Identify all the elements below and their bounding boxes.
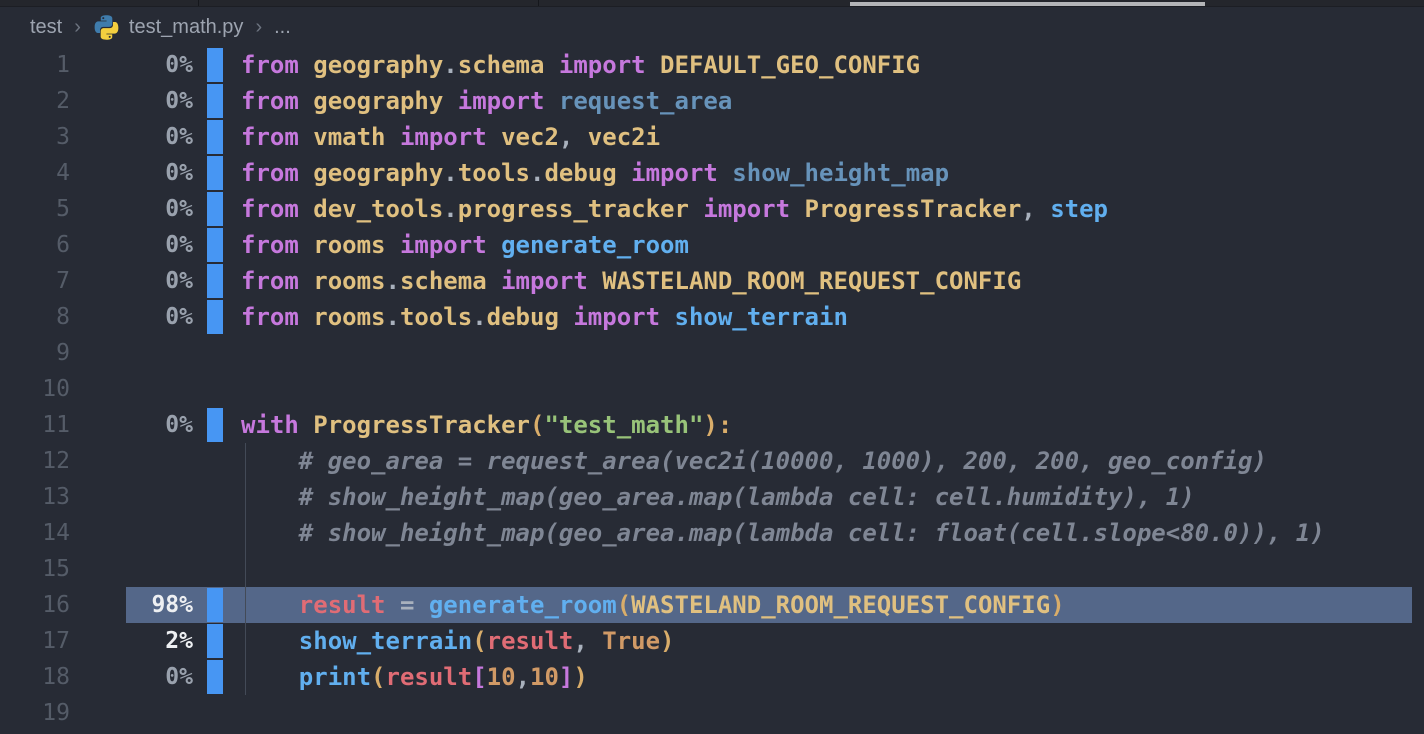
coverage-block-indicator bbox=[207, 192, 223, 226]
breadcrumb-file-label: test_math.py bbox=[129, 16, 244, 39]
line-number[interactable]: 19 bbox=[0, 700, 70, 726]
code-text: # geo_area = request_area(vec2i(10000, 1… bbox=[241, 447, 1267, 475]
profile-percent-badge: 0% bbox=[70, 196, 193, 222]
tab-separator bbox=[538, 0, 539, 6]
code-line[interactable]: 13 # show_height_map(geo_area.map(lambda… bbox=[0, 479, 1424, 515]
line-number[interactable]: 6 bbox=[0, 232, 70, 258]
code-line[interactable]: 10 bbox=[0, 371, 1424, 407]
coverage-block-indicator bbox=[207, 84, 223, 118]
code-line[interactable]: 60% from rooms import generate_room bbox=[0, 227, 1424, 263]
tab-separator bbox=[198, 0, 199, 6]
line-number[interactable]: 2 bbox=[0, 88, 70, 114]
code-text: result = generate_room(WASTELAND_ROOM_RE… bbox=[241, 591, 1065, 619]
line-number[interactable]: 14 bbox=[0, 520, 70, 546]
profile-percent-badge: 0% bbox=[70, 160, 193, 186]
code-text: show_terrain(result, True) bbox=[241, 627, 675, 655]
code-text: from rooms.schema import WASTELAND_ROOM_… bbox=[241, 267, 1021, 295]
profile-percent-badge: 0% bbox=[70, 664, 193, 690]
coverage-block-indicator bbox=[207, 660, 223, 694]
coverage-block-indicator bbox=[207, 120, 223, 154]
profile-percent-badge: 98% bbox=[70, 592, 193, 618]
code-line[interactable]: 1698% result = generate_room(WASTELAND_R… bbox=[0, 587, 1424, 623]
line-number[interactable]: 12 bbox=[0, 448, 70, 474]
code-text: from geography import request_area bbox=[241, 87, 732, 115]
line-number[interactable]: 16 bbox=[0, 592, 70, 618]
line-number[interactable]: 3 bbox=[0, 124, 70, 150]
code-line[interactable]: 110% with ProgressTracker("test_math"): bbox=[0, 407, 1424, 443]
coverage-block-empty bbox=[207, 552, 223, 586]
line-number[interactable]: 1 bbox=[0, 52, 70, 78]
coverage-block-empty bbox=[207, 336, 223, 370]
code-text: from rooms.tools.debug import show_terra… bbox=[241, 303, 848, 331]
code-line[interactable]: 172% show_terrain(result, True) bbox=[0, 623, 1424, 659]
coverage-block-indicator bbox=[207, 156, 223, 190]
coverage-block-indicator bbox=[207, 624, 223, 658]
code-text: # show_height_map(geo_area.map(lambda ce… bbox=[241, 483, 1195, 511]
profile-percent-badge: 0% bbox=[70, 232, 193, 258]
python-icon bbox=[93, 14, 120, 41]
profile-percent-badge: 0% bbox=[70, 268, 193, 294]
line-number[interactable]: 9 bbox=[0, 340, 70, 366]
code-line[interactable]: 10% from geography.schema import DEFAULT_… bbox=[0, 47, 1424, 83]
code-line[interactable]: 70% from rooms.schema import WASTELAND_RO… bbox=[0, 263, 1424, 299]
coverage-block-empty bbox=[207, 516, 223, 550]
profile-percent-badge: 0% bbox=[70, 124, 193, 150]
code-line[interactable]: 20% from geography import request_area bbox=[0, 83, 1424, 119]
chevron-right-icon: › bbox=[255, 16, 262, 39]
coverage-block-indicator bbox=[207, 408, 223, 442]
coverage-block-indicator bbox=[207, 228, 223, 262]
code-line[interactable]: 14 # show_height_map(geo_area.map(lambda… bbox=[0, 515, 1424, 551]
line-number[interactable]: 13 bbox=[0, 484, 70, 510]
code-text: # show_height_map(geo_area.map(lambda ce… bbox=[241, 519, 1325, 547]
profile-percent-badge: 2% bbox=[70, 628, 193, 654]
code-line[interactable]: 50% from dev_tools.progress_tracker impor… bbox=[0, 191, 1424, 227]
line-number[interactable]: 15 bbox=[0, 556, 70, 582]
tab-bar-edge bbox=[0, 0, 1424, 7]
profile-percent-badge: 0% bbox=[70, 52, 193, 78]
code-text: with ProgressTracker("test_math"): bbox=[241, 411, 732, 439]
breadcrumb-folder[interactable]: test bbox=[30, 16, 62, 39]
line-number[interactable]: 11 bbox=[0, 412, 70, 438]
code-line[interactable]: 9 bbox=[0, 335, 1424, 371]
line-number[interactable]: 8 bbox=[0, 304, 70, 330]
line-number[interactable]: 4 bbox=[0, 160, 70, 186]
coverage-block-indicator bbox=[207, 264, 223, 298]
coverage-block-empty bbox=[207, 480, 223, 514]
line-number[interactable]: 7 bbox=[0, 268, 70, 294]
code-text: print(result[10,10]) bbox=[241, 663, 588, 691]
code-editor[interactable]: 10%from geography.schema import DEFAULT_… bbox=[0, 47, 1424, 733]
line-number[interactable]: 10 bbox=[0, 376, 70, 402]
code-line[interactable]: 180% print(result[10,10]) bbox=[0, 659, 1424, 695]
line-number[interactable]: 17 bbox=[0, 628, 70, 654]
code-text: from geography.tools.debug import show_h… bbox=[241, 159, 949, 187]
code-text: from vmath import vec2, vec2i bbox=[241, 123, 660, 151]
coverage-block-empty bbox=[207, 444, 223, 478]
code-line[interactable]: 19 bbox=[0, 695, 1424, 731]
code-line[interactable]: 80% from rooms.tools.debug import show_te… bbox=[0, 299, 1424, 335]
code-line[interactable]: 15 bbox=[0, 551, 1424, 587]
code-line[interactable]: 30% from vmath import vec2, vec2i bbox=[0, 119, 1424, 155]
line-number[interactable]: 5 bbox=[0, 196, 70, 222]
line-number[interactable]: 18 bbox=[0, 664, 70, 690]
coverage-block-empty bbox=[207, 696, 223, 730]
code-text: from rooms import generate_room bbox=[241, 231, 689, 259]
breadcrumb: test › test_math.py › ... bbox=[0, 7, 1424, 47]
tab-bar-scrollbar[interactable] bbox=[850, 2, 1205, 6]
code-text: from geography.schema import DEFAULT_GEO… bbox=[241, 51, 920, 79]
profile-percent-badge: 0% bbox=[70, 88, 193, 114]
coverage-block-indicator bbox=[207, 48, 223, 82]
code-line[interactable]: 12 # geo_area = request_area(vec2i(10000… bbox=[0, 443, 1424, 479]
breadcrumb-file[interactable]: test_math.py bbox=[93, 14, 244, 41]
indent-guide bbox=[245, 443, 246, 695]
code-text: from dev_tools.progress_tracker import P… bbox=[241, 195, 1108, 223]
breadcrumb-symbol[interactable]: ... bbox=[274, 16, 291, 39]
coverage-block-indicator bbox=[207, 300, 223, 334]
profile-percent-badge: 0% bbox=[70, 412, 193, 438]
profile-percent-badge: 0% bbox=[70, 304, 193, 330]
coverage-block-empty bbox=[207, 372, 223, 406]
coverage-block-indicator bbox=[207, 588, 223, 622]
chevron-right-icon: › bbox=[74, 16, 81, 39]
code-line[interactable]: 40% from geography.tools.debug import sho… bbox=[0, 155, 1424, 191]
